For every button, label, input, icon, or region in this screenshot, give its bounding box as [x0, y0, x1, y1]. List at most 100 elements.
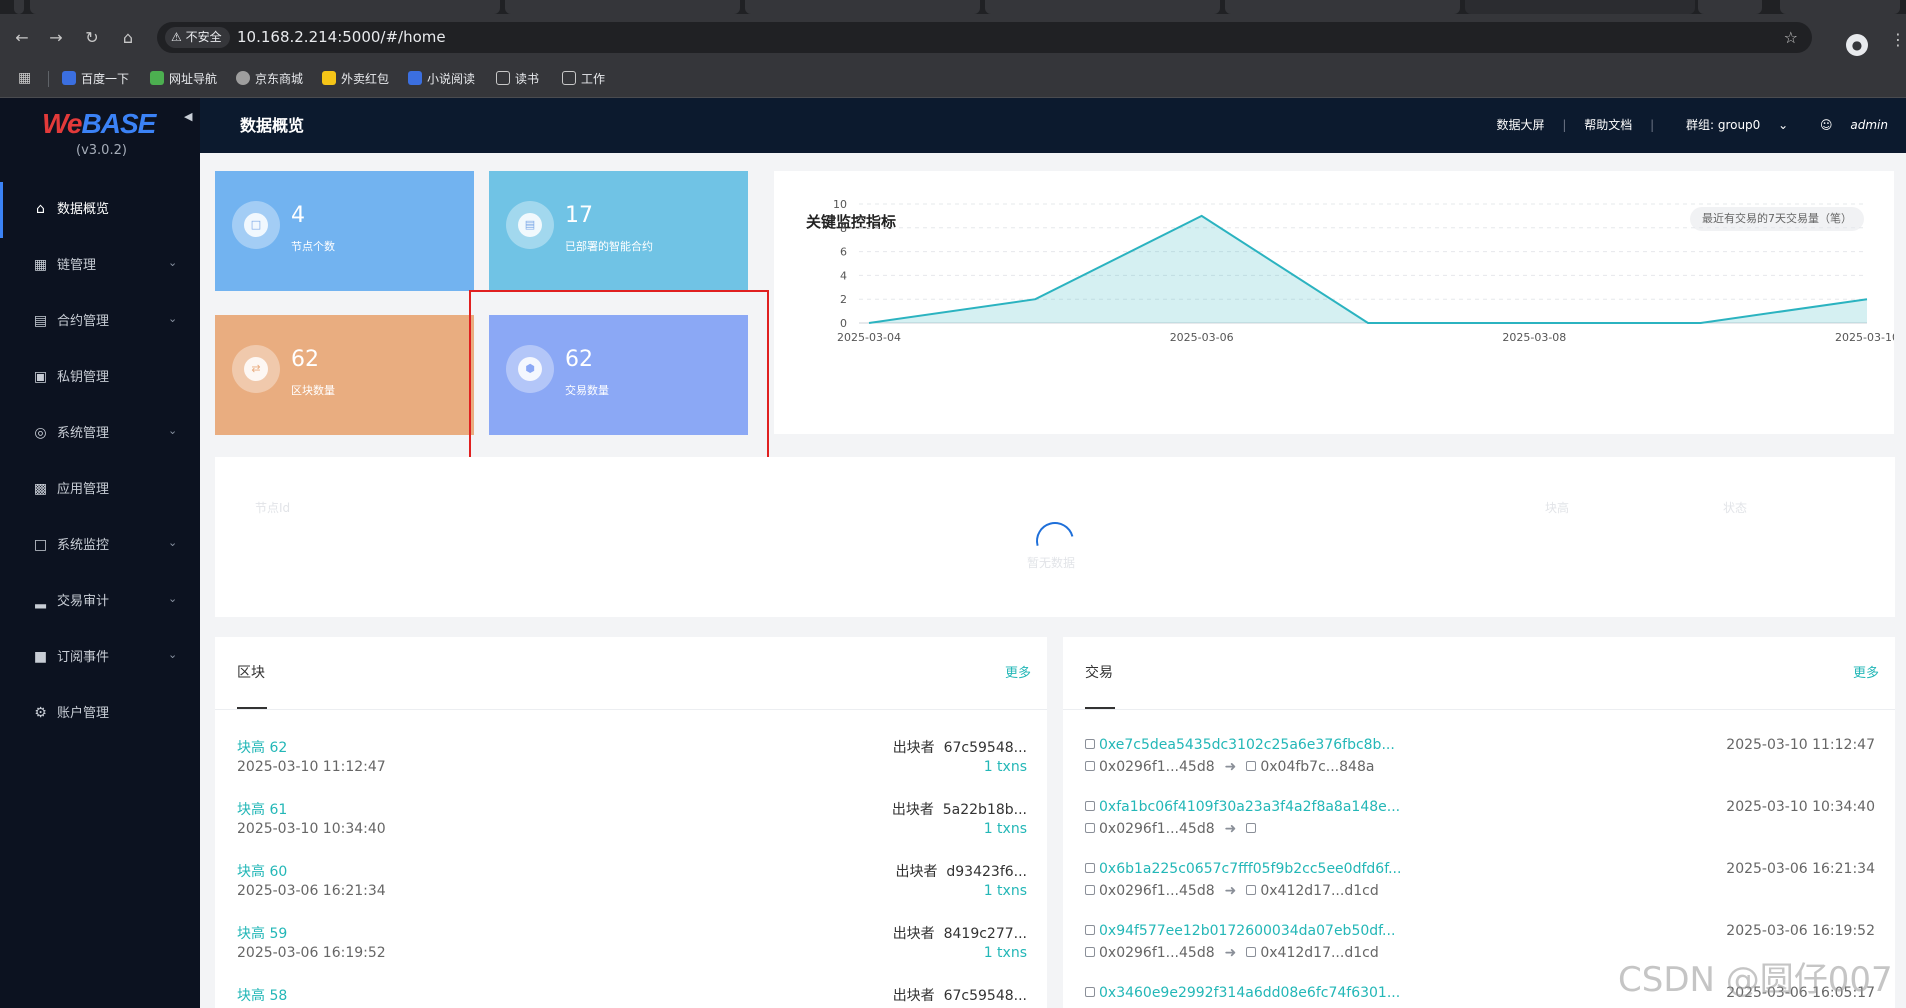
- window-button[interactable]: [1780, 0, 1900, 14]
- block-height-link[interactable]: 块高 58: [237, 985, 287, 1005]
- bookmark-item[interactable]: 小说阅读: [408, 61, 475, 98]
- tx-hash-link[interactable]: 0xe7c5dea5435dc3102c25a6e376fbc8b...: [1085, 737, 1395, 753]
- sidebar-item-overview[interactable]: ⌂ 数据概览: [0, 182, 200, 238]
- copy-icon[interactable]: [1085, 761, 1095, 771]
- sidebar-item-contract[interactable]: ▤ 合约管理 ⌄: [0, 294, 200, 350]
- block-miner: 出块者 5a22b18b...: [891, 802, 1027, 818]
- block-txns-link[interactable]: 1 txns: [984, 945, 1027, 961]
- bookmark-star-icon[interactable]: ☆: [1784, 22, 1798, 53]
- chevron-down-icon: ⌄: [168, 592, 178, 605]
- tab-indicator: [237, 707, 267, 709]
- block-txns-link[interactable]: 1 txns: [984, 883, 1027, 899]
- sidebar-item-chain[interactable]: ▦ 链管理 ⌄: [0, 238, 200, 294]
- sidebar-item-app[interactable]: ▩ 应用管理: [0, 462, 200, 518]
- tx-hash-link[interactable]: 0x94f577ee12b0172600034da07eb50df...: [1085, 923, 1395, 939]
- stat-label: 已部署的智能合约: [565, 240, 653, 253]
- tx-hash-link[interactable]: 0xfa1bc06f4109f30a23a3f4a2f8a8a148e...: [1085, 799, 1400, 815]
- copy-icon[interactable]: [1085, 987, 1095, 997]
- block-height-link[interactable]: 块高 62: [237, 737, 287, 757]
- browser-tab[interactable]: [745, 0, 980, 14]
- monitor-icon: □: [33, 537, 48, 553]
- bookmark-item[interactable]: 网址导航: [150, 61, 217, 98]
- top-bar: 数据概览 数据大屏 | 帮助文档 | 群组: group0 ⌄ ☺ admin: [200, 98, 1906, 153]
- copy-icon[interactable]: [1246, 947, 1257, 957]
- sidebar-item-label: 私钥管理: [57, 370, 110, 385]
- stat-card-contracts[interactable]: ▤ 17 已部署的智能合约: [489, 171, 748, 291]
- tx-hash-link[interactable]: 0x3460e9e2992f314a6dd08e6fc74f6301...: [1085, 985, 1400, 1001]
- folder-icon: [562, 71, 576, 85]
- tx-time: 2025-03-06 16:21:34: [1726, 861, 1875, 877]
- tx-from-to: 0x0296f1...45d8 ➜: [1085, 821, 1260, 837]
- highlight-box: [469, 290, 769, 460]
- stat-card-blocks[interactable]: ⇄ 62 区块数量: [215, 315, 474, 435]
- sidebar-item-private-key[interactable]: ▣ 私钥管理: [0, 350, 200, 406]
- copy-icon[interactable]: [1085, 863, 1095, 873]
- back-icon[interactable]: ←: [12, 28, 32, 48]
- y-tick-label: 8: [840, 222, 847, 235]
- sidebar-item-label: 系统监控: [57, 538, 110, 553]
- divider: [48, 71, 49, 87]
- bookmark-item[interactable]: 百度一下: [62, 61, 129, 98]
- big-screen-link[interactable]: 数据大屏: [1497, 118, 1545, 132]
- reload-icon[interactable]: ↻: [82, 28, 102, 48]
- url-text: 10.168.2.214:5000/#/home: [237, 28, 446, 46]
- browser-tab[interactable]: [30, 0, 500, 14]
- more-link[interactable]: 更多: [1853, 662, 1879, 681]
- bookmark-folder[interactable]: 读书: [496, 61, 539, 98]
- browser-tab[interactable]: [505, 0, 740, 14]
- group-selector[interactable]: 群组: group0 ⌄: [1672, 118, 1788, 132]
- bookmark-folder[interactable]: 工作: [562, 61, 605, 98]
- tx-from-to: 0x0296f1...45d8 ➜ 0x412d17...d1cd: [1085, 945, 1379, 961]
- browser-menu-icon[interactable]: ⋮: [1890, 30, 1906, 49]
- user-menu[interactable]: ☺ admin: [1806, 118, 1888, 132]
- copy-icon[interactable]: [1246, 823, 1257, 833]
- profile-icon[interactable]: ●: [1846, 34, 1868, 56]
- copy-icon[interactable]: [1085, 947, 1095, 957]
- rss-icon: ■: [33, 649, 48, 665]
- copy-icon[interactable]: [1085, 823, 1095, 833]
- more-link[interactable]: 更多: [1005, 662, 1031, 681]
- copy-icon[interactable]: [1085, 739, 1095, 749]
- help-docs-link[interactable]: 帮助文档: [1584, 118, 1632, 132]
- x-tick-label: 2025-03-10: [1835, 331, 1894, 344]
- block-txns-link[interactable]: 1 txns: [984, 759, 1027, 775]
- tx-hash-link[interactable]: 0x6b1a225c0657c7fff05f9b2cc5ee0dfd6f...: [1085, 861, 1401, 877]
- browser-tab-active[interactable]: [1465, 0, 1695, 14]
- block-txns-link[interactable]: 1 txns: [984, 821, 1027, 837]
- copy-icon[interactable]: [1085, 885, 1095, 895]
- copy-icon[interactable]: [1085, 801, 1095, 811]
- block-height-link[interactable]: 块高 59: [237, 923, 287, 943]
- sidebar-item-account[interactable]: ⚙ 账户管理: [0, 686, 200, 742]
- forward-icon[interactable]: →: [46, 28, 66, 48]
- block-height-link[interactable]: 块高 61: [237, 799, 287, 819]
- copy-icon[interactable]: [1085, 925, 1095, 935]
- browser-tab[interactable]: [14, 0, 24, 14]
- security-indicator[interactable]: ⚠ 不安全: [165, 27, 230, 48]
- sidebar-item-monitor[interactable]: □ 系统监控 ⌄: [0, 518, 200, 574]
- bar-chart-icon: ▂: [35, 593, 46, 609]
- sidebar-item-audit[interactable]: ▂ 交易审计 ⌄: [0, 574, 200, 630]
- stat-card-nodes[interactable]: □ 4 节点个数: [215, 171, 474, 291]
- csdn-watermark: CSDN @圆仔007: [1618, 960, 1893, 1000]
- sidebar-item-events[interactable]: ■ 订阅事件 ⌄: [0, 630, 200, 686]
- browser-tab-strip: [0, 0, 1906, 14]
- block-row: 块高 59 2025-03-06 16:19:52 出块者 8419c277..…: [215, 923, 1047, 985]
- sidebar-item-system[interactable]: ◎ 系统管理 ⌄: [0, 406, 200, 462]
- block-height-link[interactable]: 块高 60: [237, 861, 287, 881]
- bookmark-item[interactable]: 外卖红包: [322, 61, 389, 98]
- browser-tab[interactable]: [1225, 0, 1460, 14]
- browser-tab[interactable]: [985, 0, 1220, 14]
- sidebar: WeBASE (v3.0.2) ◀ ⌂ 数据概览 ▦ 链管理 ⌄ ▤ 合约管理 …: [0, 98, 200, 1008]
- navigation-icon: [150, 71, 164, 85]
- url-input[interactable]: ⚠ 不安全 10.168.2.214:5000/#/home ☆: [157, 22, 1812, 53]
- copy-icon[interactable]: [1246, 885, 1257, 895]
- window-button[interactable]: [1698, 0, 1762, 14]
- home-icon[interactable]: ⌂: [118, 28, 138, 48]
- collapse-sidebar-icon[interactable]: ◀: [184, 110, 192, 123]
- copy-icon[interactable]: [1246, 761, 1257, 771]
- block-row: 块高 62 2025-03-10 11:12:47 出块者 67c59548..…: [215, 737, 1047, 799]
- bookmark-item[interactable]: 京东商城: [236, 61, 303, 98]
- chevron-down-icon: ⌄: [168, 536, 178, 549]
- settings-icon: ⚙: [34, 705, 47, 721]
- apps-grid-icon[interactable]: ▦: [18, 70, 31, 86]
